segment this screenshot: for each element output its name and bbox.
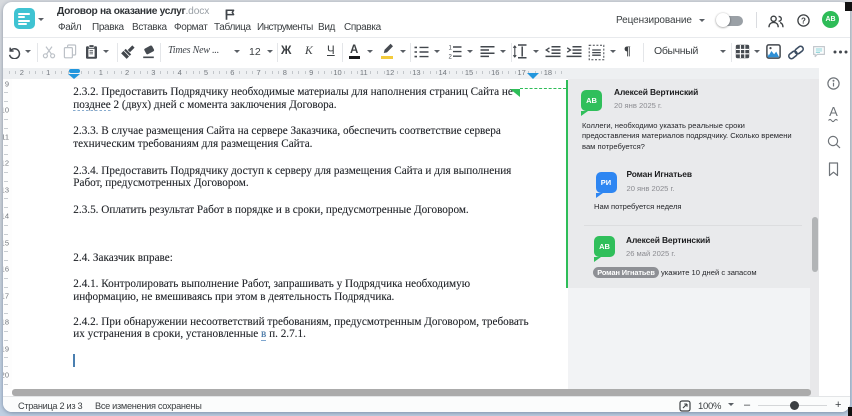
svg-text:А: А (829, 104, 838, 119)
svg-text:?: ? (801, 16, 806, 25)
svg-text:2: 2 (449, 54, 453, 59)
svg-text:1: 1 (449, 45, 453, 51)
